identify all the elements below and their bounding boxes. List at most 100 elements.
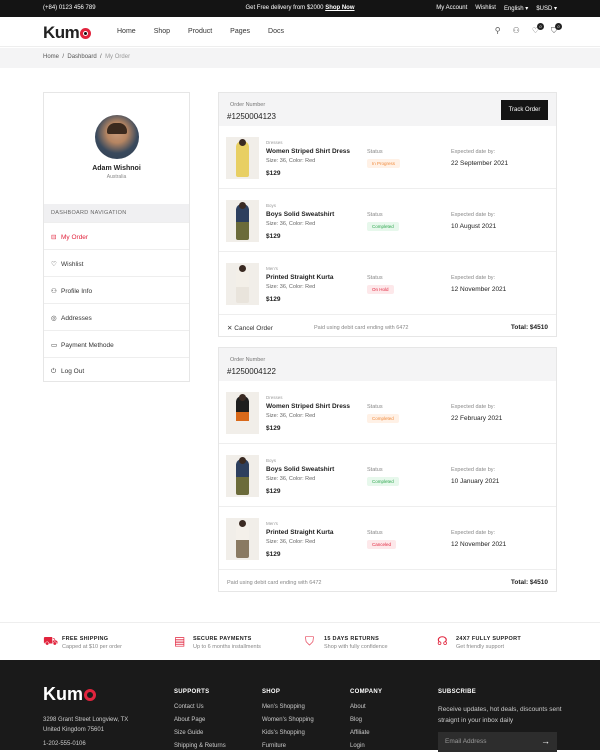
status-badge: On Hold — [367, 285, 394, 294]
track-order-button[interactable]: Track Order — [501, 100, 548, 120]
user-name: Adam Wishnoi — [92, 165, 141, 172]
breadcrumb-dashboard[interactable]: Dashboard — [67, 54, 96, 60]
logo[interactable]: Kum — [43, 23, 92, 43]
footer-link[interactable]: Men's Shopping — [262, 704, 314, 710]
sidebar-item-label: Payment Methode — [61, 342, 114, 349]
nav-shop[interactable]: Shop — [154, 28, 170, 35]
expected-date-label: Expected date by: — [451, 467, 496, 473]
header-icons: ⚲ ⚇ ♡ 0 ⛉ 0 — [495, 23, 562, 36]
order-header: Order Number #1250004123 Track Order — [219, 93, 556, 126]
footer-link[interactable]: Kids's Shopping — [262, 730, 314, 736]
order-total: Total: $4510 — [510, 579, 548, 586]
product-attributes: Size: 36, Color: Red — [266, 539, 316, 545]
search-icon[interactable]: ⚲ — [495, 26, 501, 36]
footer-heading: COMPANY — [350, 689, 383, 695]
logo-mark — [80, 28, 92, 39]
cart-icon[interactable]: ⛉ 0 — [551, 23, 562, 36]
card-icon: ▭ — [51, 342, 58, 349]
sidebar-item-my-order[interactable]: ⊟ My Order — [44, 222, 189, 249]
product-name[interactable]: Printed Straight Kurta — [266, 529, 334, 536]
feature-subtitle: Shop with fully confidence — [324, 644, 388, 650]
arrow-right-icon[interactable]: → — [541, 736, 550, 746]
product-category: Boys — [266, 203, 277, 208]
footer-link[interactable]: About — [350, 704, 382, 710]
nav-pages[interactable]: Pages — [230, 28, 250, 35]
product-image[interactable] — [226, 263, 259, 305]
product-name[interactable]: Boys Solid Sweatshirt — [266, 466, 334, 473]
product-image[interactable] — [226, 200, 259, 242]
footer-link[interactable]: Shipping & Returns — [174, 743, 226, 749]
sidebar-item-wishlist[interactable]: ♡ Wishlist — [44, 249, 189, 276]
sidebar-item-payment-methode[interactable]: ▭ Payment Methode — [44, 330, 189, 357]
footer-column-subscribe: SUBSCRIBE Receive updates, hot deals, di… — [438, 689, 563, 726]
sidebar-item-addresses[interactable]: ◎ Addresses — [44, 303, 189, 330]
features-bar: ⛟ FREE SHIPPING Capped at $10 per order ▤ S… — [0, 622, 600, 660]
order-item: Dresses Women Striped Shirt Dress Size: … — [219, 382, 556, 444]
wishlist-link[interactable]: Wishlist — [475, 5, 496, 12]
nav-home[interactable]: Home — [117, 28, 136, 35]
footer-link[interactable]: Login — [350, 743, 382, 749]
footer-link[interactable]: Furniture — [262, 743, 314, 749]
footer-link[interactable]: Contact Us — [174, 704, 226, 710]
footer-address: 3298 Grant Street Longview, TX United Kin… — [43, 715, 128, 735]
shield-icon: ⛉ — [305, 634, 315, 648]
sidebar-item-label: Log Out — [61, 368, 85, 375]
sidebar-item-log-out[interactable]: ⏻ Log Out — [44, 357, 189, 384]
address-line: United Kingdom 75601 — [43, 727, 105, 733]
footer-link[interactable]: Size Guide — [174, 730, 226, 736]
heart-icon: ♡ — [51, 261, 57, 268]
email-field[interactable]: Email Address → — [438, 732, 557, 752]
product-image[interactable] — [226, 137, 259, 179]
product-image[interactable] — [226, 455, 259, 497]
product-name[interactable]: Printed Straight Kurta — [266, 274, 334, 281]
order-item: Dresses Women Striped Shirt Dress Size: … — [219, 127, 556, 189]
power-icon: ⏻ — [51, 368, 57, 375]
footer-link[interactable]: Affiliate — [350, 730, 382, 736]
nav-product[interactable]: Product — [188, 28, 212, 35]
footer-link[interactable]: About Page — [174, 717, 226, 723]
product-image[interactable] — [226, 518, 259, 560]
product-image[interactable] — [226, 392, 259, 434]
address-line: 3298 Grant Street Longview, TX — [43, 717, 129, 723]
product-attributes: Size: 36, Color: Red — [266, 221, 316, 227]
currency-select[interactable]: $USD ▾ — [536, 5, 557, 12]
user-location: Australia — [106, 174, 127, 180]
footer-link[interactable]: Women's Shopping — [262, 717, 314, 723]
footer-column-company: COMPANY About Blog Affiliate Login — [350, 689, 382, 756]
location-icon: ◎ — [51, 315, 57, 322]
feature-subtitle: Get friendly support — [456, 644, 504, 650]
subscribe-text: Receive updates, hot deals, discounts se… — [438, 706, 562, 724]
product-attributes: Size: 36, Color: Red — [266, 476, 316, 482]
footer-link[interactable]: Blog — [350, 717, 382, 723]
breadcrumb-home[interactable]: Home — [43, 54, 59, 60]
shop-now-link[interactable]: Shop Now — [325, 5, 354, 11]
logo-mark — [84, 689, 96, 701]
user-icon[interactable]: ⚇ — [513, 26, 520, 36]
expected-date-label: Expected date by: — [451, 149, 496, 155]
footer-phone: 1-202-555-0106 — [43, 741, 86, 747]
product-name[interactable]: Women Striped Shirt Dress — [266, 403, 350, 410]
product-name[interactable]: Women Striped Shirt Dress — [266, 148, 350, 155]
logo-text: Kum — [43, 23, 80, 42]
cancel-order-button[interactable]: ✕ Cancel Order — [227, 324, 273, 332]
close-icon: ✕ — [227, 325, 233, 332]
cart-count: 0 — [555, 23, 562, 30]
product-price: $129 — [266, 488, 281, 495]
product-price: $129 — [266, 296, 281, 303]
nav-docs[interactable]: Docs — [268, 28, 284, 35]
my-account-link[interactable]: My Account — [436, 5, 467, 12]
footer-logo[interactable]: Kum — [43, 684, 96, 705]
language-select[interactable]: English ▾ — [504, 5, 528, 12]
product-price: $129 — [266, 425, 281, 432]
feature-title: 24X7 FULLY SUPPORT — [456, 636, 522, 642]
product-name[interactable]: Boys Solid Sweatshirt — [266, 211, 334, 218]
expected-date-label: Expected date by: — [451, 212, 496, 218]
bag-icon: ⊟ — [51, 234, 57, 241]
footer: Kum 3298 Grant Street Longview, TX United… — [0, 660, 600, 752]
status-badge: Completed — [367, 477, 399, 486]
sidebar-item-label: Profile Info — [61, 288, 93, 295]
sidebar-item-profile-info[interactable]: ⚇ Profile Info — [44, 276, 189, 303]
order-footer: ✕ Cancel Order Paid using debit card end… — [219, 318, 556, 338]
wishlist-icon[interactable]: ♡ 0 — [532, 23, 544, 36]
expected-date-label: Expected date by: — [451, 530, 496, 536]
